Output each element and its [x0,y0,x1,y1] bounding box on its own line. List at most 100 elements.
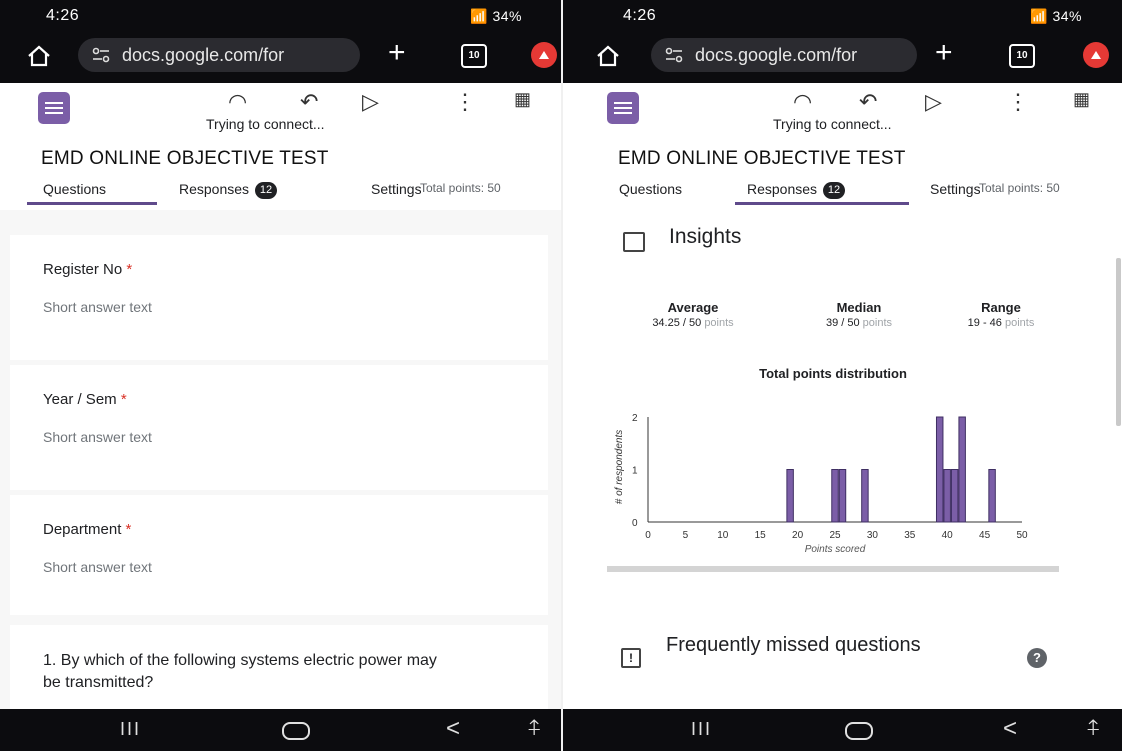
url-bar[interactable]: docs.google.com/for [651,38,917,72]
range-number: 19 - 46 [967,317,1002,329]
accessibility-icon[interactable]: ⍏ [528,715,541,741]
tab-questions[interactable]: Questions [43,181,106,197]
question-title-text: Register No [43,261,123,278]
home-button[interactable] [282,722,310,740]
url-row: docs.google.com/for + 10 [563,36,1122,76]
responses-count-badge: 12 [823,182,846,199]
y-axis-label: # of respondents [614,430,625,505]
x-tick-label: 5 [683,530,689,541]
palette-icon[interactable]: ◠ [793,89,812,115]
url-bar[interactable]: docs.google.com/for [78,38,360,72]
forms-toolbar: ◠ ↶ ▷ ⋮ ▦ Trying to connect... [0,83,562,138]
x-tick-label: 35 [904,530,916,541]
median-value: 39 / 50 points [789,317,929,329]
browser-chrome: 4:26 📶 34% docs.google.com/for + 10 [0,0,562,83]
y-tick-label: 2 [632,413,638,424]
form-title: EMD ONLINE OBJECTIVE TEST [41,148,329,169]
recent-apps-button[interactable]: III [691,719,712,740]
tab-switcher-icon[interactable]: 10 [1009,44,1035,68]
points-unit: points [862,317,893,329]
question-title-text: Department [43,521,122,538]
x-tick-label: 25 [829,530,841,541]
accessibility-icon[interactable]: ⍏ [1087,715,1100,741]
new-tab-icon[interactable]: + [388,38,406,68]
url-text: docs.google.com/for [695,45,858,65]
home-icon[interactable] [595,44,621,68]
back-button[interactable]: < [1003,715,1017,743]
account-avatar-icon[interactable]: ▦ [1073,89,1090,110]
total-points: Total points: 50 [979,181,1060,195]
range-value: 19 - 46 points [931,317,1071,329]
account-avatar-icon[interactable]: ▦ [514,89,531,110]
histogram-bar [958,416,966,523]
back-button[interactable]: < [446,715,460,743]
forms-logo-icon [38,92,70,124]
range-label: Range [981,300,1021,315]
tab-settings[interactable]: Settings [930,181,980,197]
scrollbar[interactable] [1116,258,1121,426]
question-card[interactable] [10,365,548,490]
histogram-bar [935,416,944,523]
palette-icon[interactable]: ◠ [228,89,247,115]
site-settings-icon[interactable] [92,47,110,63]
x-tick-label: 20 [792,530,804,541]
short-answer-hint: Short answer text [43,429,152,445]
battery-percent: 34% [1052,8,1082,24]
site-settings-icon[interactable] [665,47,683,63]
connection-status: Trying to connect... [206,116,325,132]
help-icon[interactable]: ? [1027,648,1047,668]
browser-chrome: 4:26 📶 34% docs.google.com/for + 10 [563,0,1122,83]
home-icon[interactable] [26,44,52,68]
more-vert-icon[interactable]: ⋮ [1007,89,1029,115]
right-screen: 4:26 📶 34% docs.google.com/for + 10 ◠ ↶ … [563,0,1122,751]
tab-questions[interactable]: Questions [619,181,682,197]
required-marker: * [126,261,133,278]
form-title: EMD ONLINE OBJECTIVE TEST [618,148,906,169]
battery-indicator: 📶 34% [1030,8,1082,24]
questions-panel [0,210,562,725]
tab-responses-label: Responses [747,181,818,197]
tab-responses[interactable]: Responses 12 [747,181,846,199]
undo-icon[interactable]: ↶ [859,89,877,115]
new-tab-icon[interactable]: + [935,38,953,68]
median-number: 39 / 50 [825,317,860,329]
chart-scrollbar[interactable] [607,566,1059,572]
home-button[interactable] [845,722,873,740]
url-row: docs.google.com/for + 10 [0,36,562,76]
tab-settings[interactable]: Settings [371,181,421,197]
recent-apps-button[interactable]: III [120,719,141,740]
tab-bar: Questions Responses 12 Settings Total poi… [0,178,562,208]
tab-switcher-icon[interactable]: 10 [461,44,487,68]
battery-indicator: 📶 34% [470,8,522,24]
browser-menu-icon[interactable] [1083,42,1109,68]
send-icon[interactable]: ▷ [362,89,379,115]
x-tick-label: 40 [942,530,954,541]
x-tick-label: 0 [645,530,651,541]
histogram-bar [943,469,951,523]
send-icon[interactable]: ▷ [925,89,942,115]
average-label: Average [667,300,719,315]
question-card[interactable] [10,235,548,360]
forms-toolbar: ◠ ↶ ▷ ⋮ ▦ Trying to connect... [563,83,1122,138]
chart-title: Total points distribution [759,366,907,381]
x-axis-label: Points scored [805,544,866,555]
average-value: 34.25 / 50 points [623,317,763,329]
question-title-text: Year / Sem [43,391,117,408]
median-stat: Median 39 / 50 points [789,300,929,329]
tab-responses-label: Responses [179,181,250,197]
points-unit: points [1004,317,1035,329]
x-tick-label: 45 [979,530,991,541]
system-nav-bar: III < ⍏ [563,709,1122,751]
browser-menu-icon[interactable] [531,42,557,68]
required-marker: * [125,521,132,538]
average-number: 34.25 / 50 [652,317,702,329]
tab-responses[interactable]: Responses 12 [179,181,278,199]
question-card[interactable] [10,495,548,615]
status-bar: 4:26 📶 34% [0,0,562,32]
more-vert-icon[interactable]: ⋮ [454,89,476,115]
question-title: Year / Sem * [43,391,127,408]
question-title: 1. By which of the following systems ele… [43,652,437,691]
undo-icon[interactable]: ↶ [300,89,318,115]
points-unit: points [704,317,734,329]
url-text: docs.google.com/for [122,45,285,65]
